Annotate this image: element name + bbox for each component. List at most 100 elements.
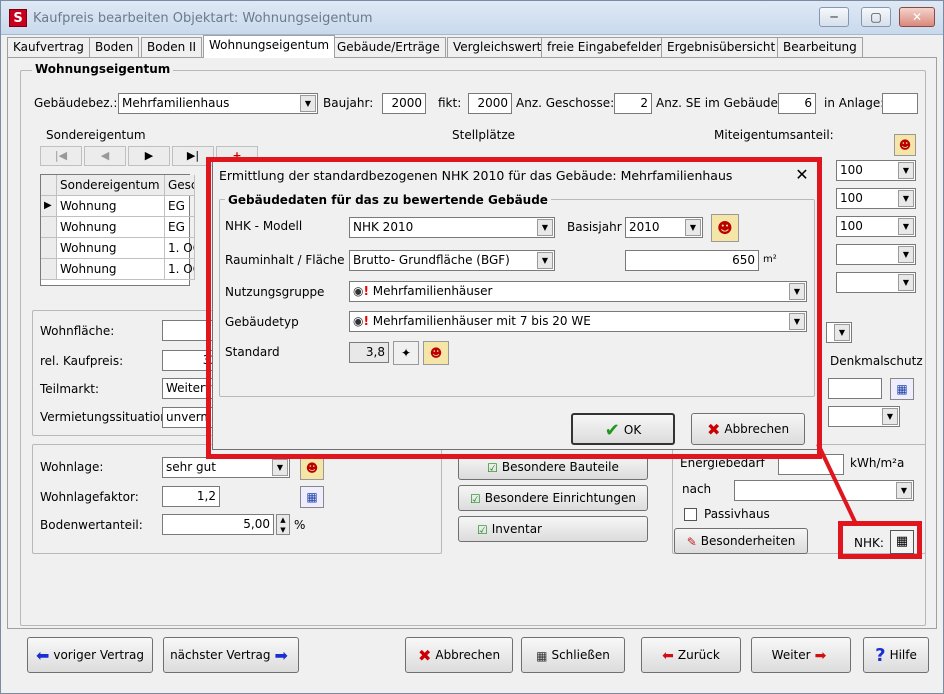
wohnflaeche-label: Wohnfläche: (40, 324, 115, 338)
table-cell[interactable]: Wohnung (57, 196, 165, 217)
inventar-button[interactable]: ☑ Inventar (458, 516, 648, 542)
gebaeudebez-label: Gebäudebez.: (34, 96, 118, 110)
chevron-down-icon[interactable]: ▼ (896, 482, 912, 499)
nhk-dialog: Ermittlung der standardbezogenen NHK 201… (212, 160, 820, 450)
next-record-icon[interactable]: ▶ (128, 146, 170, 166)
flaeche-input[interactable]: 650 (625, 250, 759, 271)
anlage-input[interactable] (882, 93, 918, 114)
calendar-icon[interactable]: ▦ (890, 378, 914, 400)
next-contract-button[interactable]: nächster Vertrag ➡ (163, 637, 299, 673)
bodenwert-input[interactable]: 5,00 (162, 514, 274, 535)
besondere-bauteile-button[interactable]: ☑ Besondere Bauteile (458, 454, 648, 480)
abbrechen-button[interactable]: ✖ Abbrechen (405, 637, 513, 673)
table-cell[interactable]: EG (165, 196, 195, 217)
tab-vergleichswert[interactable]: Vergleichswert (447, 37, 548, 57)
fikt-input[interactable]: 2000 (468, 93, 512, 114)
chevron-down-icon[interactable]: ▼ (789, 313, 805, 330)
last-record-icon[interactable]: ▶| (172, 146, 214, 166)
schliessen-button[interactable]: ▦ Schließen (521, 637, 625, 673)
table-cell[interactable]: 1. OG (165, 259, 195, 280)
calculator-person-icon[interactable]: ☻ (894, 134, 916, 156)
tab-ergebnisuebersicht[interactable]: Ergebnisübersicht (661, 37, 782, 57)
se-input[interactable]: 6 (778, 93, 816, 114)
nhk-calculator-icon[interactable]: ▦ (890, 530, 914, 554)
calculator-person-icon[interactable]: ☻ (711, 214, 739, 242)
prev-record-icon[interactable]: ◀ (84, 146, 126, 166)
tab-kaufvertrag[interactable]: Kaufvertrag (7, 37, 90, 57)
chevron-down-icon[interactable]: ▼ (834, 324, 850, 341)
calculator-person-icon[interactable]: ☻ (423, 341, 449, 365)
modell-select[interactable]: NHK 2010 ▼ (349, 217, 555, 238)
nutzungsgruppe-select[interactable]: ◉! Mehrfamilienhäuser ▼ (349, 281, 807, 302)
hilfe-button[interactable]: ? Hilfe (863, 637, 929, 673)
chevron-down-icon[interactable]: ▼ (898, 162, 914, 179)
grid-header-geschoss[interactable]: Gesch (165, 175, 195, 196)
ok-button[interactable]: ✔ OK (571, 413, 675, 445)
tab-gebaeude-ertraege[interactable]: Gebäude/Erträge (331, 37, 446, 57)
chevron-down-icon[interactable]: ▼ (537, 252, 553, 269)
gebaeudetyp-select[interactable]: ◉! Mehrfamilienhäuser mit 7 bis 20 WE ▼ (349, 311, 807, 332)
chevron-down-icon[interactable]: ▼ (882, 408, 898, 425)
nutzungsgruppe-label: Nutzungsgruppe (225, 285, 325, 299)
gebaeudedaten-title: Gebäudedaten für das zu bewertende Gebäu… (225, 193, 551, 207)
chevron-down-icon[interactable]: ▼ (685, 219, 701, 236)
first-record-icon[interactable]: |◀ (40, 146, 82, 166)
chevron-down-icon[interactable]: ▼ (789, 283, 805, 300)
tab-boden-ii[interactable]: Boden II (141, 37, 203, 57)
besondere-einrichtungen-button[interactable]: ☑ Besondere Einrichtungen (458, 485, 648, 511)
chevron-down-icon[interactable]: ▼ (272, 459, 288, 476)
dialog-close-icon[interactable]: ✕ (791, 165, 813, 185)
miteigentum-input-3[interactable]: 100 ▼ (836, 216, 916, 237)
rauminhalt-label: Rauminhalt / Fläche (225, 253, 345, 267)
spin-stepper-icon[interactable]: ▲ ▼ (276, 514, 290, 535)
chevron-down-icon[interactable]: ▼ (300, 95, 316, 112)
chevron-down-icon[interactable]: ▼ (537, 219, 553, 236)
gebaeudebez-select[interactable]: Mehrfamilienhaus ▼ (118, 93, 318, 114)
standard-value: 3,8 (349, 342, 389, 363)
miteigentum-input-5[interactable]: ▼ (836, 272, 916, 293)
table-cell[interactable]: Wohnung (57, 259, 165, 280)
chevron-down-icon[interactable]: ▼ (898, 190, 914, 207)
geschosse-input[interactable]: 2 (614, 93, 652, 114)
prev-contract-label: voriger Vertrag (53, 648, 145, 662)
rauminhalt-select[interactable]: Brutto- Grundfläche (BGF) ▼ (349, 250, 555, 271)
maximize-button[interactable]: ▢ (861, 7, 891, 27)
miteigentum-input-2[interactable]: 100 ▼ (836, 188, 916, 209)
baujahr-input[interactable]: 2000 (382, 93, 426, 114)
close-window-button[interactable]: ✕ (899, 7, 935, 27)
miteigentum-input-4[interactable]: ▼ (836, 244, 916, 265)
denkmal-select[interactable]: ▼ (828, 406, 900, 427)
dialog-abbrechen-button[interactable]: ✖ Abbrechen (691, 413, 805, 445)
passivhaus-checkbox[interactable] (684, 508, 697, 521)
table-cell[interactable]: Wohnung (57, 217, 165, 238)
tab-bearbeitung[interactable]: Bearbeitung (777, 37, 863, 57)
chevron-down-icon[interactable]: ▼ (898, 246, 914, 263)
besonderheiten-button[interactable]: ✎ Besonderheiten (674, 528, 808, 554)
tab-wohnungseigentum[interactable]: Wohnungseigentum (203, 35, 336, 58)
miteigentum-input-1[interactable]: 100 ▼ (836, 160, 916, 181)
table-cell[interactable]: EG (165, 217, 195, 238)
fikt-label: fikt: (438, 96, 462, 110)
extra-dropdown[interactable]: ▼ (826, 322, 852, 343)
prev-contract-button[interactable]: ⬅ voriger Vertrag (27, 637, 153, 673)
chevron-down-icon[interactable]: ▼ (898, 274, 914, 291)
calculator-person-icon[interactable]: ☻ (300, 456, 324, 480)
minimize-button[interactable]: ─ (819, 7, 849, 27)
chevron-down-icon[interactable]: ▼ (898, 218, 914, 235)
grid-header-sondereigentum[interactable]: Sondereigentum (57, 175, 165, 196)
sondereigentum-grid[interactable]: Sondereigentum Gesch ▶ Wohnung EG Wohnun… (40, 174, 195, 286)
basisjahr-select[interactable]: 2010 ▼ (625, 217, 703, 238)
denkmal-date-input[interactable] (828, 378, 882, 399)
wohnlage-select[interactable]: sehr gut ▼ (162, 457, 290, 478)
magic-wand-icon[interactable]: ✦ (393, 341, 419, 365)
hilfe-label: Hilfe (889, 648, 917, 662)
weiter-button[interactable]: Weiter ➡ (751, 637, 851, 673)
zurueck-button[interactable]: ⬅ Zurück (641, 637, 741, 673)
calendar-icon[interactable]: ▦ (300, 486, 324, 508)
tab-boden[interactable]: Boden (89, 37, 140, 57)
table-cell[interactable]: 1. OG (165, 238, 195, 259)
table-cell[interactable]: Wohnung (57, 238, 165, 259)
wohnlagefaktor-input[interactable]: 1,2 (162, 486, 220, 507)
tab-freie-eingabefelder[interactable]: freie Eingabefelder (541, 37, 668, 57)
app-icon: S (9, 9, 27, 27)
